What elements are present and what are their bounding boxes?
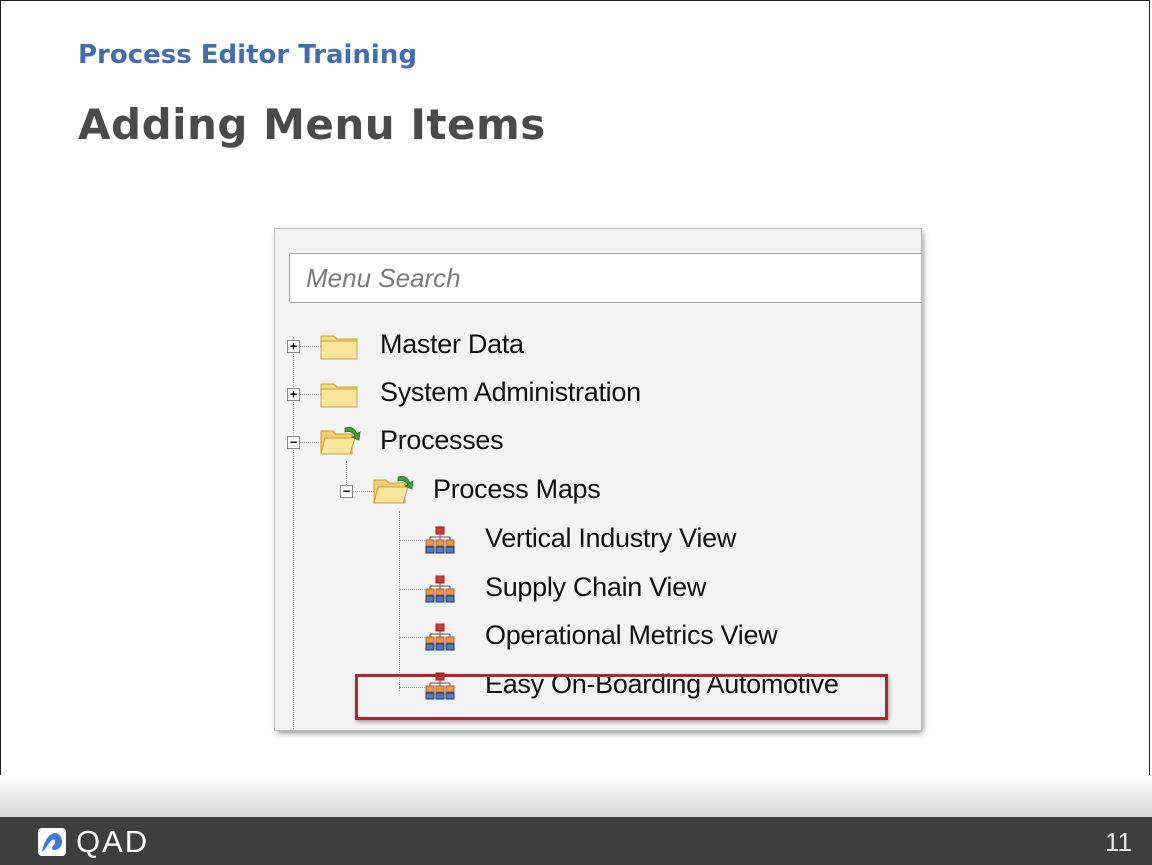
slide-title: Adding Menu Items [78,100,546,149]
page-number: 11 [1105,827,1132,857]
expand-icon[interactable]: + [287,340,300,353]
folder-closed-icon [319,330,361,366]
tree-item-label: Vertical Industry View [485,523,737,553]
menu-panel-screenshot: + Master Data + System Administration − Proce… [275,229,921,730]
collapse-icon[interactable]: − [287,436,300,449]
footer-fade [0,775,1152,817]
tree-item-label: Operational Metrics View [485,620,778,650]
tree-item-label: System Administration [380,377,641,407]
tree-item-label: Supply Chain View [485,572,707,602]
collapse-icon[interactable]: − [340,485,353,498]
tree-item-label: Processes [380,425,504,455]
folder-open-icon [319,424,367,462]
tree-item-label: Process Maps [433,474,601,504]
process-map-icon [425,575,455,607]
course-title: Process Editor Training [78,40,417,70]
expand-icon[interactable]: + [287,388,300,401]
menu-search-box[interactable] [289,253,921,303]
menu-search-input[interactable] [290,254,921,302]
qad-logo-icon [38,828,66,856]
folder-open-icon [372,473,420,511]
tree-item-label: Master Data [380,329,524,359]
qad-logo-text: QAD [76,824,150,859]
process-map-icon [425,623,455,655]
highlight-box [355,674,888,720]
process-map-icon [425,526,455,558]
footer-bar: QAD 11 [0,817,1152,865]
folder-closed-icon [319,378,361,414]
